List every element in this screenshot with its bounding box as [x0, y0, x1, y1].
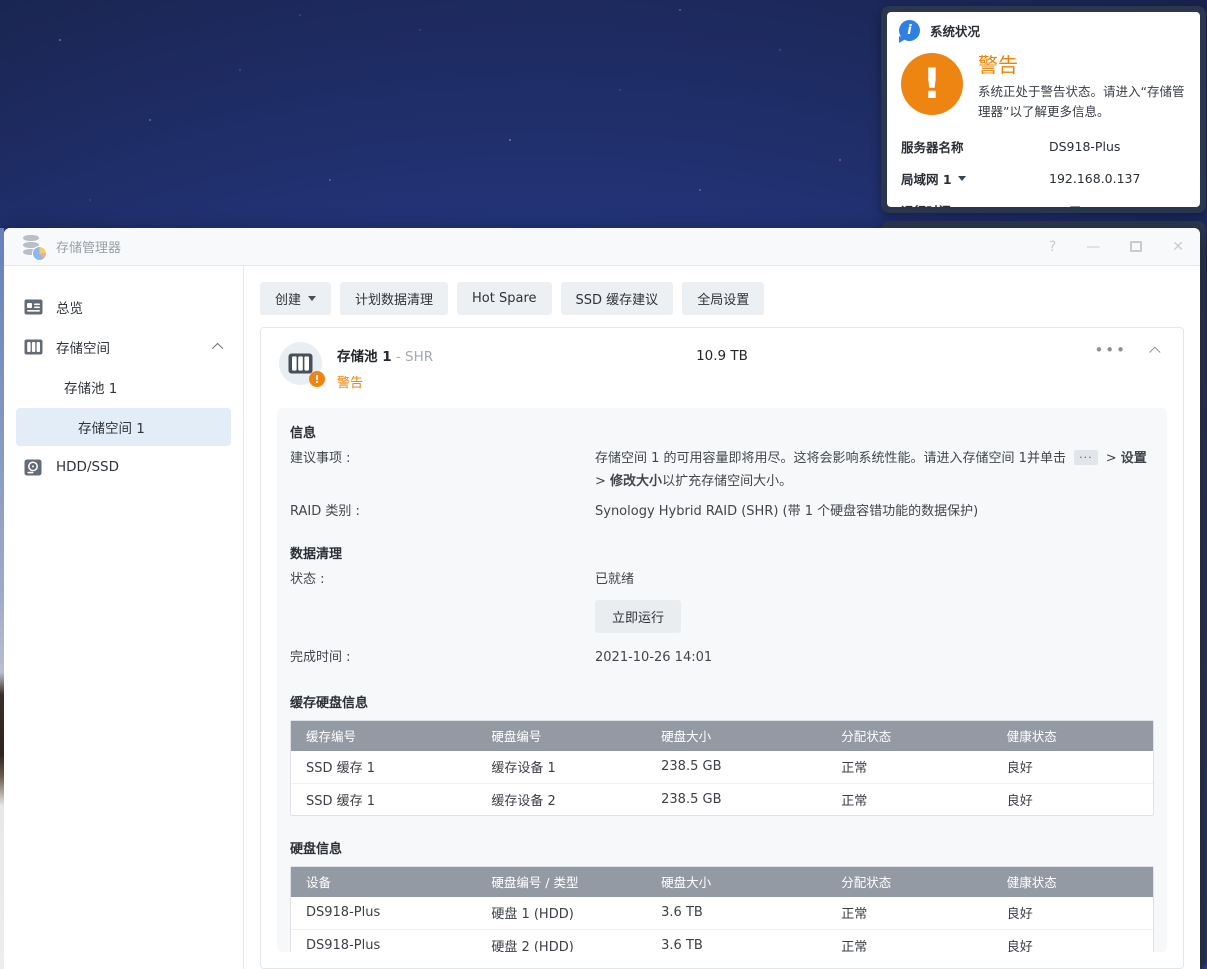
main-panel: 创建 计划数据清理 Hot Spare SSD 缓存建议 全局设置 ! 存储池 …	[244, 266, 1200, 969]
pool-size: 10.9 TB	[696, 348, 748, 364]
more-actions-inline-icon: ···	[1074, 450, 1098, 466]
sidebar-item-label: 存储空间 1	[78, 421, 145, 437]
sidebar-item-label: 存储池 1	[64, 381, 118, 397]
finish-time-label: 完成时间 :	[290, 650, 351, 665]
ssd-cache-advisor-button[interactable]: SSD 缓存建议	[560, 282, 674, 315]
lan-row: 局域网 1 192.168.0.137	[901, 169, 1186, 188]
titlebar[interactable]: 存储管理器 ? — ✕	[4, 228, 1200, 266]
warning-icon: !	[901, 53, 963, 115]
help-button[interactable]: ?	[1049, 240, 1056, 254]
close-button[interactable]: ✕	[1172, 240, 1184, 254]
sidebar-item-storage-pool-1[interactable]: 存储池 1	[16, 368, 231, 406]
storage-icon	[24, 339, 43, 355]
storage-manager-window: 存储管理器 ? — ✕ 总览 存储空间 存储池 1 存储空间 1 HDD/SSD…	[4, 228, 1200, 969]
sidebar-item-volume-1[interactable]: 存储空间 1	[16, 408, 231, 446]
scrub-status-label: 状态 :	[290, 572, 325, 588]
raid-row: RAID 类别 : Synology Hybrid RAID (SHR) (带 …	[290, 501, 1154, 524]
scrub-status-row: 状态 : 已就绪	[290, 569, 1154, 592]
table-row[interactable]: DS918-Plus 硬盘 2 (HDD) 3.6 TB 正常 良好	[291, 928, 1153, 952]
pool-status-badge: 警告	[337, 376, 364, 391]
pool-details: 信息 建议事项 : 存储空间 1 的可用容量即将用尽。这将会影响系统性能。请进入…	[277, 408, 1167, 952]
table-row[interactable]: SSD 缓存 1 缓存设备 1 238.5 GB 正常 良好	[291, 751, 1153, 783]
raid-value: Synology Hybrid RAID (SHR) (带 1 个硬盘容错功能的…	[595, 503, 979, 519]
storage-pool-card: ! 存储池 1 - SHR 警告 10.9 TB ••• 信息 建议事项: 存…	[260, 327, 1184, 969]
server-name-row: 服务器名称 DS918-Plus	[901, 137, 1186, 156]
pool-more-actions-icon[interactable]: •••	[1094, 343, 1127, 358]
pool-card-header: ! 存储池 1 - SHR 警告 10.9 TB •••	[261, 328, 1183, 404]
advice-value: 存储空间 1 的可用容量即将用尽。这将会影响系统性能。请进入存储空间 1并单击 …	[595, 450, 1147, 489]
finish-time-value: 2021-10-26 14:01	[595, 650, 713, 665]
sidebar-item-label: HDD/SSD	[56, 459, 120, 475]
disk-table-title: 硬盘信息	[290, 841, 343, 857]
advice-row: 建议事项 : 存储空间 1 的可用容量即将用尽。这将会影响系统性能。请进入存储空…	[290, 448, 1154, 494]
sidebar: 总览 存储空间 存储池 1 存储空间 1 HDD/SSD	[4, 266, 244, 969]
sidebar-item-overview[interactable]: 总览	[16, 288, 231, 326]
server-name-value: DS918-Plus	[1049, 138, 1121, 154]
create-button[interactable]: 创建	[260, 282, 332, 315]
info-section-title: 信息	[290, 426, 317, 441]
system-status-label: 警告	[978, 53, 1018, 77]
table-row[interactable]: SSD 缓存 1 缓存设备 2 238.5 GB 正常 良好	[291, 782, 1153, 815]
sidebar-item-label: 存储空间	[56, 341, 110, 357]
cache-table-header: 缓存编号 硬盘编号 硬盘大小 分配状态 健康状态	[291, 720, 1153, 751]
cache-table-title: 缓存硬盘信息	[290, 695, 369, 711]
system-status-widget: i 系统状况 ! 警告 系统正处于警告状态。请进入“存储管理器”以了解更多信息。…	[881, 6, 1206, 213]
storage-manager-icon	[20, 234, 46, 260]
chevron-down-icon	[957, 175, 966, 181]
sidebar-item-storage[interactable]: 存储空间	[16, 328, 231, 366]
server-name-label: 服务器名称	[901, 139, 964, 155]
overview-icon	[24, 299, 43, 315]
hdd-icon	[24, 459, 43, 476]
scheduled-scrubbing-button[interactable]: 计划数据清理	[340, 282, 449, 315]
cache-disk-table: 缓存编号 硬盘编号 硬盘大小 分配状态 健康状态 SSD 缓存 1 缓存设备 1 23…	[290, 719, 1154, 816]
sidebar-item-hdd-ssd[interactable]: HDD/SSD	[16, 448, 231, 486]
disk-info-table: 设备 硬盘编号 / 类型 硬盘大小 分配状态 健康状态 DS918-Plus 硬盘 1…	[290, 865, 1154, 952]
toolbar: 创建 计划数据清理 Hot Spare SSD 缓存建议 全局设置	[260, 282, 1184, 315]
global-settings-button[interactable]: 全局设置	[682, 282, 765, 315]
widget-title: 系统状况	[930, 24, 981, 39]
minimize-button[interactable]: —	[1086, 240, 1100, 254]
lan-ip-value: 192.168.0.137	[1049, 170, 1141, 186]
scrub-finish-row: 完成时间 : 2021-10-26 14:01	[290, 647, 1154, 670]
raid-label: RAID 类别 :	[290, 503, 360, 519]
window-title: 存储管理器	[56, 241, 122, 256]
uptime-label: 运行时间	[901, 201, 1049, 208]
advice-label: 建议事项 :	[290, 451, 351, 466]
table-row[interactable]: DS918-Plus 硬盘 1 (HDD) 3.6 TB 正常 良好	[291, 897, 1153, 929]
uptime-value: 67 天 10:54:21	[1049, 201, 1142, 208]
hot-spare-button[interactable]: Hot Spare	[457, 282, 552, 315]
scrub-status-value: 已就绪	[595, 572, 635, 588]
screen: i 系统状况 ! 警告 系统正处于警告状态。请进入“存储管理器”以了解更多信息。…	[0, 0, 1207, 969]
run-now-button[interactable]: 立即运行	[595, 600, 682, 633]
dropdown-caret-icon	[308, 296, 317, 301]
scrubbing-section-title: 数据清理	[290, 547, 343, 563]
info-icon: i	[899, 20, 920, 41]
wallpaper-edge-strip	[0, 228, 4, 969]
uptime-row: 运行时间 67 天 10:54:21	[901, 201, 1186, 208]
sidebar-item-label: 总览	[56, 301, 83, 317]
system-status-message: 系统正处于警告状态。请进入“存储管理器”以了解更多信息。	[978, 84, 1185, 120]
maximize-button[interactable]	[1130, 241, 1143, 252]
disk-table-header: 设备 硬盘编号 / 类型 硬盘大小 分配状态 健康状态	[291, 866, 1153, 897]
lan-label[interactable]: 局域网 1	[901, 169, 1049, 188]
chevron-up-icon[interactable]	[211, 342, 224, 355]
pool-warning-badge-icon: !	[309, 371, 325, 387]
